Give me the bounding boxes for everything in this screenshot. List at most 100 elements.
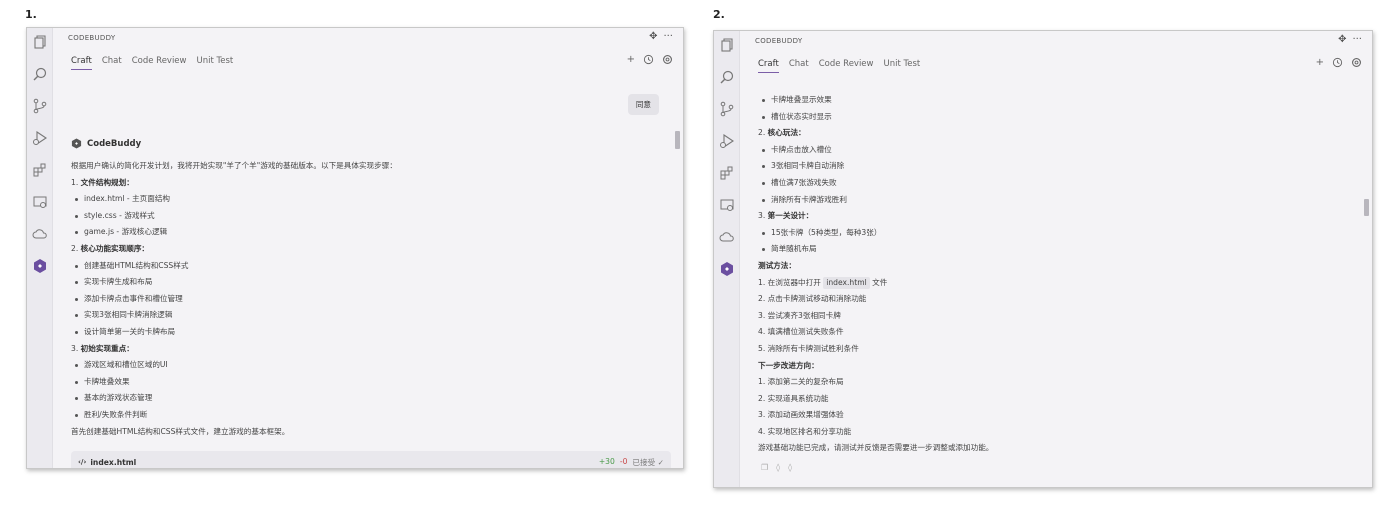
assistant-header: CodeBuddy xyxy=(71,138,141,149)
bullet-item: 游戏区域和槽位区域的UI xyxy=(71,357,667,374)
section-heading: 下一步改进方向： xyxy=(758,360,819,370)
codebuddy-logo-icon[interactable] xyxy=(32,258,48,274)
extensions-icon[interactable] xyxy=(32,162,48,178)
history-icon[interactable] xyxy=(1332,57,1343,71)
source-control-icon[interactable] xyxy=(719,101,735,117)
copy-icon[interactable]: ❐ xyxy=(761,463,768,472)
bullet-item: 卡牌堆叠效果 xyxy=(71,374,667,391)
search-icon[interactable] xyxy=(719,69,735,85)
assistant-name: CodeBuddy xyxy=(87,138,142,149)
bullet-item: 15张卡牌（5种类型，每种3张） xyxy=(758,225,1356,242)
check-icon: ✓ xyxy=(657,457,664,467)
thumbs-up-icon[interactable]: ◊ xyxy=(776,463,780,472)
bullet-item: 简单随机布局 xyxy=(758,241,1356,258)
move-icon[interactable]: ✥ xyxy=(1338,34,1346,45)
bullet-item: 胜利/失败条件判断 xyxy=(71,407,667,424)
file-change-bar[interactable]: ‹/› index.html +30 -0 已接受 ✓ xyxy=(71,451,671,468)
added-lines: +30 xyxy=(598,456,615,466)
bullet-item: 卡牌堆叠显示效果 xyxy=(758,92,1356,109)
bullet-item: 槽位状态实时显示 xyxy=(758,109,1356,126)
section-heading: 3. 初始实现重点： xyxy=(71,343,134,353)
move-icon[interactable]: ✥ xyxy=(649,31,657,42)
paragraph-line: 2. 实现道具系统功能 xyxy=(758,393,829,403)
search-icon[interactable] xyxy=(32,66,48,82)
explorer-icon[interactable] xyxy=(719,37,735,53)
paragraph-line: 5. 消除所有卡牌测试胜利条件 xyxy=(758,343,859,353)
settings-icon[interactable] xyxy=(662,54,673,68)
tab-unit-test[interactable]: Unit Test xyxy=(884,59,921,73)
bullet-item: style.css - 游戏样式 xyxy=(71,208,667,225)
bullet-item: 槽位满7张游戏失败 xyxy=(758,175,1356,192)
paragraph-line: 1. 添加第二关的复杂布局 xyxy=(758,377,844,387)
more-icon[interactable]: ··· xyxy=(1352,34,1362,45)
screenshot-1: CODEBUDDY ✥ ··· Craft Chat Code Review U… xyxy=(26,27,684,469)
activity-bar xyxy=(27,28,53,468)
tab-bar: Craft Chat Code Review Unit Test xyxy=(758,59,920,73)
tab-unit-test[interactable]: Unit Test xyxy=(197,56,234,70)
bullet-item: 基本的游戏状态管理 xyxy=(71,390,667,407)
tab-craft[interactable]: Craft xyxy=(71,56,92,70)
message-actions: ❐ ◊ ◊ xyxy=(761,463,792,472)
section-heading: 1. 文件结构规划： xyxy=(71,177,134,187)
cloud-icon[interactable] xyxy=(719,229,735,245)
codebuddy-panel: CODEBUDDY ✥ ··· Craft Chat Code Review U… xyxy=(741,31,1372,487)
panel-title: CODEBUDDY xyxy=(755,37,803,45)
bullet-item: 实现卡牌生成和布局 xyxy=(71,274,667,291)
removed-lines: -0 xyxy=(619,456,628,466)
section-heading: 3. 第一关设计： xyxy=(758,211,814,221)
remote-explorer-icon[interactable] xyxy=(32,194,48,210)
paragraph-line: 4. 实现地区排名和分享功能 xyxy=(758,426,852,436)
add-icon[interactable]: + xyxy=(627,54,635,68)
paragraph-line: 3. 尝试凑齐3张相同卡牌 xyxy=(758,310,841,320)
tab-code-review[interactable]: Code Review xyxy=(132,56,187,70)
codebuddy-logo-icon[interactable] xyxy=(719,261,735,277)
extensions-icon[interactable] xyxy=(719,165,735,181)
accepted-status: 已接受 ✓ xyxy=(632,457,664,467)
explorer-icon[interactable] xyxy=(32,34,48,50)
user-message-bubble: 同意 xyxy=(627,94,659,115)
run-debug-icon[interactable] xyxy=(719,133,735,149)
paragraph-line: 3. 添加动画效果增强体验 xyxy=(758,410,844,420)
bullet-item: 消除所有卡牌游戏胜利 xyxy=(758,192,1356,209)
screenshot-2: CODEBUDDY ✥ ··· Craft Chat Code Review U… xyxy=(713,30,1373,488)
thumbs-down-icon[interactable]: ◊ xyxy=(788,463,792,472)
more-icon[interactable]: ··· xyxy=(663,31,673,42)
source-control-icon[interactable] xyxy=(32,98,48,114)
tab-bar: Craft Chat Code Review Unit Test xyxy=(71,56,233,70)
codebuddy-panel: CODEBUDDY ✥ ··· Craft Chat Code Review U… xyxy=(54,28,683,468)
section-heading: 2. 核心玩法： xyxy=(758,128,806,138)
paragraph-line: 游戏基础功能已完成，请测试并反馈是否需要进一步调整或添加功能。 xyxy=(758,443,994,453)
bullet-item: game.js - 游戏核心逻辑 xyxy=(71,224,667,241)
cloud-icon[interactable] xyxy=(32,226,48,242)
scrollbar-thumb[interactable] xyxy=(675,131,680,149)
panel-title: CODEBUDDY xyxy=(68,34,116,42)
assistant-message: 卡牌堆叠显示效果 槽位状态实时显示 2. 核心玩法： 卡牌点击放入槽位 3张相同卡牌自动… xyxy=(758,92,1356,457)
figure-label-2: 2. xyxy=(713,8,725,21)
inline-code: index.html xyxy=(823,276,870,289)
paragraph-line: 根据用户确认的简化开发计划，我将开始实现"羊了个羊"游戏的基础版本。以下是具体实… xyxy=(71,161,397,170)
bullet-item: index.html - 主页面结构 xyxy=(71,191,667,208)
add-icon[interactable]: + xyxy=(1316,57,1324,71)
bullet-item: 设计简单第一关的卡牌布局 xyxy=(71,324,667,341)
scrollbar-thumb[interactable] xyxy=(1364,199,1369,216)
activity-bar xyxy=(714,31,740,487)
codebuddy-avatar-icon xyxy=(71,138,82,149)
bullet-item: 3张相同卡牌自动消除 xyxy=(758,158,1356,175)
file-name: index.html xyxy=(90,457,137,467)
tab-code-review[interactable]: Code Review xyxy=(819,59,874,73)
tab-chat[interactable]: Chat xyxy=(102,56,122,70)
bullet-item: 卡牌点击放入槽位 xyxy=(758,142,1356,159)
section-heading: 2. 核心功能实现顺序： xyxy=(71,243,150,253)
tab-craft[interactable]: Craft xyxy=(758,59,779,73)
history-icon[interactable] xyxy=(643,54,654,68)
run-debug-icon[interactable] xyxy=(32,130,48,146)
remote-explorer-icon[interactable] xyxy=(719,197,735,213)
list-item: 1. 在浏览器中打开 index.html 文件 xyxy=(758,276,888,289)
bullet-item: 添加卡牌点击事件和槽位管理 xyxy=(71,291,667,308)
settings-icon[interactable] xyxy=(1351,57,1362,71)
tab-chat[interactable]: Chat xyxy=(789,59,809,73)
paragraph-line: 4. 填满槽位测试失败条件 xyxy=(758,327,844,337)
section-heading: 测试方法： xyxy=(758,260,796,270)
bullet-item: 创建基础HTML结构和CSS样式 xyxy=(71,258,667,275)
paragraph-line: 2. 点击卡牌测试移动和消除功能 xyxy=(758,294,867,304)
